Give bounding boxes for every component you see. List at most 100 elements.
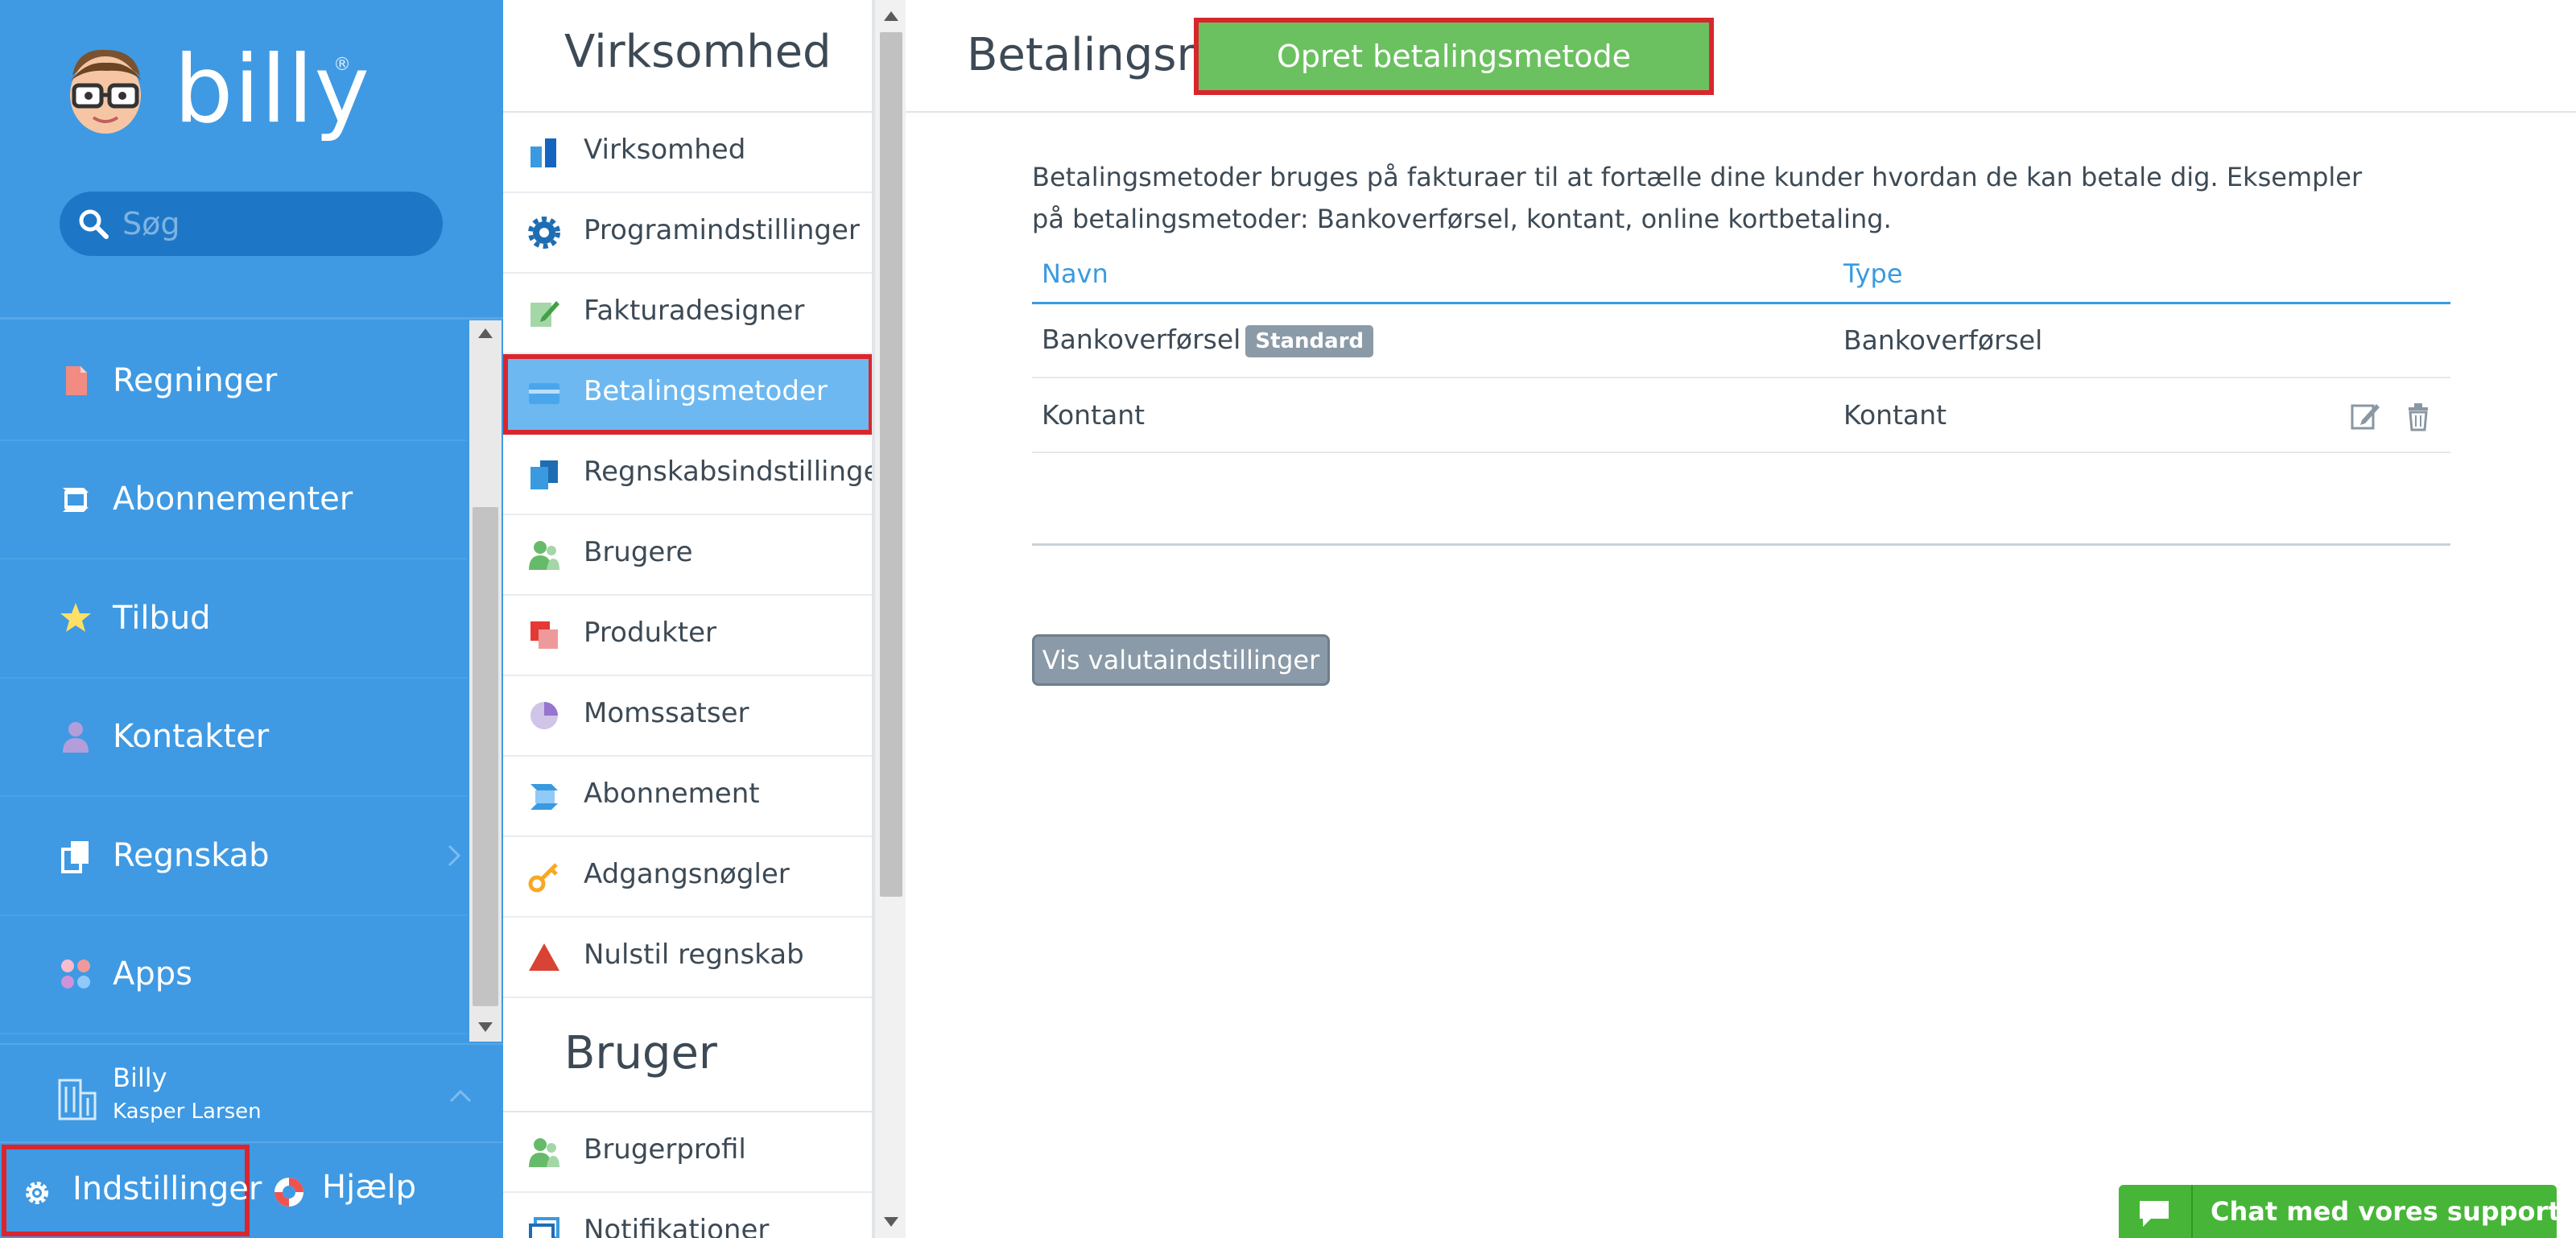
table-footer-divider — [1032, 543, 2450, 546]
scroll-up-icon[interactable] — [478, 328, 493, 338]
billy-logo[interactable]: billy ® — [61, 40, 369, 145]
company-section-title: Virksomhed — [564, 26, 832, 78]
sidebar-item-tilbud[interactable]: Tilbud — [0, 559, 467, 679]
submenu-item-label: Brugerprofil — [584, 1133, 746, 1166]
payment-methods-table: Navn Type Bankoverførsel Standard Bankove… — [1032, 246, 2450, 453]
bill-icon — [66, 365, 87, 395]
standard-badge: Standard — [1245, 324, 1374, 357]
submenu-item-label: Regnskabsindstillinger — [584, 456, 873, 488]
payment-method-type: Bankoverførsel — [1834, 303, 2322, 378]
chat-label: Chat med vores support — [2211, 1196, 2561, 1227]
submenu-item-virksomhed[interactable]: Virksomhed — [503, 113, 872, 193]
chat-support-button[interactable]: Chat med vores support — [2119, 1185, 2561, 1238]
sidebar-item-label: Abonnementer — [113, 481, 353, 518]
sidebar-nav: Regninger Abonnementer Tilbud Kontakter … — [0, 322, 503, 1041]
sidebar-item-regninger[interactable]: Regninger — [0, 322, 467, 441]
chat-divider — [2191, 1185, 2193, 1238]
subscription-icon — [530, 784, 558, 810]
scrollbar-thumb[interactable] — [473, 507, 498, 1006]
submenu-item-label: Betalingsmetoder — [584, 375, 828, 407]
search-box — [60, 192, 443, 256]
sidebar-item-label: Apps — [113, 955, 192, 993]
sidebar-item-label: Regninger — [113, 361, 278, 399]
submenu-item-betalingsmetoder[interactable]: Betalingsmetoder — [503, 354, 872, 435]
settings-button[interactable]: Indstillinger — [2, 1145, 262, 1236]
submenu-scrollbar[interactable] — [873, 0, 906, 1238]
sidebar-item-label: Tilbud — [113, 599, 211, 637]
sidebar-item-kontakter[interactable]: Kontakter — [0, 679, 467, 797]
column-header-name[interactable]: Navn — [1032, 246, 1834, 304]
submenu-item-programindstillinger[interactable]: Programindstillinger — [503, 193, 872, 274]
sidebar-scrollbar[interactable] — [469, 320, 502, 1042]
card-icon — [529, 383, 559, 404]
key-icon — [528, 863, 558, 893]
sidebar-item-label: Kontakter — [113, 718, 270, 756]
submenu-item-nulstil-regnskab[interactable]: Nulstil regnskab — [503, 918, 872, 998]
table-row[interactable]: Bankoverførsel Standard Bankoverførsel — [1032, 303, 2450, 378]
billy-mascot-icon — [70, 49, 142, 134]
sidebar-item-regnskab[interactable]: Regnskab — [0, 797, 467, 916]
submenu-item-brugere[interactable]: Brugere — [503, 515, 872, 596]
row-actions — [2322, 378, 2450, 453]
submenu-item-abonnement[interactable]: Abonnement — [503, 757, 872, 837]
gear-icon — [528, 217, 560, 249]
submenu-item-brugerprofil[interactable]: Brugerprofil — [503, 1112, 872, 1193]
documents-icon — [61, 840, 89, 873]
user-name: Kasper Larsen — [113, 1100, 262, 1124]
edit-icon[interactable] — [2349, 399, 2381, 431]
person-icon — [63, 722, 89, 753]
create-payment-method-button[interactable]: Opret betalingsmetode — [1194, 18, 1714, 95]
help-label: Hjælp — [322, 1169, 416, 1206]
apps-icon — [61, 959, 90, 989]
submenu-item-label: Momssatser — [584, 697, 749, 729]
submenu-item-label: Brugere — [584, 536, 693, 568]
submenu-item-momssatser[interactable]: Momssatser — [503, 676, 872, 757]
scroll-down-icon[interactable] — [884, 1217, 898, 1227]
search-icon — [79, 209, 109, 239]
sidebar-divider — [0, 317, 503, 320]
submenu-item-label: Produkter — [584, 617, 716, 649]
company-icon — [530, 138, 556, 167]
submenu-item-label: Notifikationer — [584, 1214, 770, 1238]
invoice-designer-icon — [530, 301, 559, 327]
user-profile-icon — [529, 1138, 559, 1167]
column-header-type[interactable]: Type — [1834, 246, 2322, 304]
submenu-item-regnskabsindstillinger[interactable]: Regnskabsindstillinger — [503, 435, 873, 515]
submenu-item-label: Fakturadesigner — [584, 295, 805, 327]
page-header: Betalingsmetoder — [906, 0, 2576, 113]
chevron-up-icon — [449, 1089, 472, 1103]
products-icon — [530, 621, 558, 649]
sidebar-item-label: Regnskab — [113, 836, 270, 874]
submenu-item-label: Adgangsnøgler — [584, 858, 790, 890]
payment-method-name-cell: Bankoverførsel Standard — [1032, 303, 1834, 378]
scroll-down-icon[interactable] — [478, 1022, 493, 1032]
sidebar-item-apps[interactable]: Apps — [0, 916, 467, 1034]
submenu-item-adgangsnoegler[interactable]: Adgangsnøgler — [503, 837, 872, 918]
subscriptions-icon — [63, 488, 89, 513]
payment-method-name-cell: Kontant — [1032, 378, 1834, 453]
sidebar-item-abonnementer[interactable]: Abonnementer — [0, 441, 467, 559]
submenu-item-label: Programindstillinger — [584, 214, 860, 246]
page-description: Betalingsmetoder bruges på fakturaer til… — [1032, 162, 2363, 234]
settings-submenu: Virksomhed Virksomhed Programindstilling… — [503, 0, 873, 1238]
help-button[interactable]: Hjælp — [266, 1149, 475, 1233]
table-row[interactable]: Kontant Kontant — [1032, 378, 2450, 453]
organization-switcher[interactable]: Billy Kasper Larsen — [0, 1043, 503, 1141]
chat-bubble-icon — [2140, 1201, 2169, 1227]
show-currency-settings-button[interactable]: Vis valutaindstillinger — [1032, 634, 1330, 686]
trash-icon[interactable] — [2402, 399, 2434, 431]
chevron-right-icon — [448, 844, 461, 866]
building-icon — [58, 1079, 97, 1120]
submenu-item-produkter[interactable]: Produkter — [503, 596, 872, 676]
scroll-up-icon[interactable] — [884, 11, 898, 21]
submenu-item-notifikationer[interactable]: Notifikationer — [503, 1193, 872, 1238]
organization-name: Billy — [113, 1063, 167, 1093]
table-header-row: Navn Type — [1032, 246, 2450, 304]
company-settings-list: Virksomhed Programindstillinger Fakturad… — [503, 111, 873, 998]
scrollbar-thumb[interactable] — [880, 32, 902, 897]
user-settings-list: Brugerprofil Notifikationer — [503, 1111, 872, 1238]
warning-icon — [529, 943, 559, 971]
star-icon — [60, 602, 91, 632]
search-input[interactable] — [122, 200, 420, 248]
submenu-item-fakturadesigner[interactable]: Fakturadesigner — [503, 274, 872, 354]
